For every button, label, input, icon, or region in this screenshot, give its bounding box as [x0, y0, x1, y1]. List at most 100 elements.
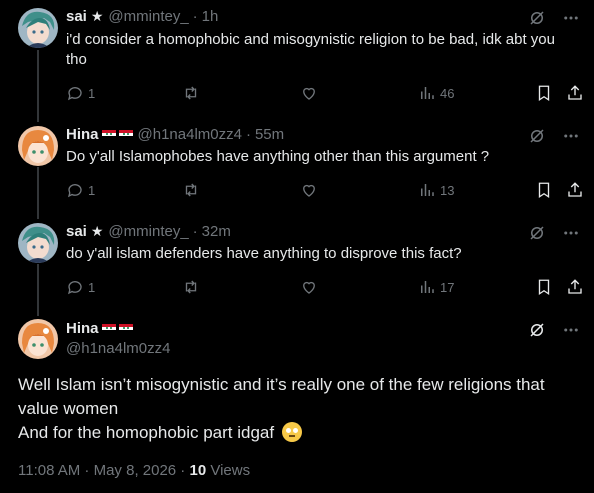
retweet-button[interactable]: [182, 277, 200, 297]
tweet-meta: 11:08 AM · May 8, 2026 · 10 Views: [18, 462, 250, 479]
reply-icon: [67, 87, 82, 101]
flag-icon: [101, 323, 116, 334]
views-icon: [421, 184, 434, 196]
tweet-top-icons: [528, 224, 580, 242]
views-button[interactable]: 13: [418, 180, 454, 200]
tweet[interactable]: Hina @h1na4lm0zz4 · 55m Do y'all Islamop…: [0, 118, 594, 215]
tweet-text: i'd consider a homophobic and misogynist…: [66, 30, 576, 70]
like-icon: [303, 281, 315, 294]
views-label: Views: [206, 462, 251, 479]
handle[interactable]: @h1na4lm0zz4: [66, 340, 170, 357]
retweet-icon: [185, 86, 197, 100]
views-icon: [421, 281, 434, 293]
views-button[interactable]: 17: [418, 277, 454, 297]
tweet[interactable]: sai ★ @mmintey_ · 32m do y'all islam def…: [0, 215, 594, 312]
main-tweet-text: Well Islam isn’t misogynistic and it’s r…: [18, 373, 578, 445]
bookmark-icon: [538, 182, 550, 199]
share-icon: [568, 279, 582, 294]
timestamp[interactable]: 55m: [255, 126, 284, 143]
like-icon: [303, 184, 315, 197]
grok-icon[interactable]: [528, 224, 546, 242]
tweet[interactable]: sai ★ @mmintey_ · 1h i'd consider a homo…: [0, 0, 594, 118]
author-name-row: Hina: [66, 320, 133, 337]
tweet-text-line: Do y'all Islamophobes have anything othe…: [66, 148, 490, 165]
share-icon: [568, 85, 582, 100]
share-icon: [568, 182, 582, 197]
avatar[interactable]: [18, 319, 58, 359]
flag-icon: [118, 323, 133, 334]
view-count: 13: [440, 182, 455, 198]
tweet-text-line: Well Islam isn’t misogynistic and it’s r…: [18, 375, 545, 394]
handle[interactable]: @mmintey_: [108, 223, 188, 240]
views-button[interactable]: 46: [418, 83, 454, 103]
avatar[interactable]: [18, 8, 58, 48]
retweet-icon: [185, 280, 197, 294]
separator: ·: [245, 126, 251, 143]
grok-icon[interactable]: [528, 321, 546, 339]
avatar[interactable]: [18, 126, 58, 166]
views-icon: [421, 87, 434, 99]
view-count: 46: [440, 85, 455, 101]
tweet-header: sai ★ @mmintey_ · 1h: [66, 8, 218, 25]
post-datetime[interactable]: 11:08 AM · May 8, 2026 ·: [18, 462, 189, 479]
like-button[interactable]: [300, 277, 318, 297]
timestamp[interactable]: 1h: [202, 8, 219, 25]
action-bar: 1 46: [66, 83, 586, 103]
grok-icon[interactable]: [528, 9, 546, 27]
reply-count: 1: [88, 85, 96, 101]
tweet-header: sai ★ @mmintey_ · 32m: [66, 223, 231, 240]
star-icon: ★: [90, 8, 104, 24]
retweet-button[interactable]: [182, 180, 200, 200]
share-button[interactable]: [566, 83, 584, 103]
tweet-text-line: tho: [66, 51, 87, 68]
tweet-header: Hina @h1na4lm0zz4 · 55m: [66, 126, 284, 143]
retweet-icon: [185, 183, 197, 197]
display-name[interactable]: Hina: [66, 320, 99, 337]
more-icon[interactable]: [562, 9, 580, 27]
reply-icon: [67, 281, 82, 295]
bookmark-icon: [538, 279, 550, 296]
reply-button[interactable]: 1: [66, 180, 95, 200]
bookmark-button[interactable]: [535, 83, 553, 103]
tweet-top-icons: [528, 127, 580, 145]
like-icon: [303, 87, 315, 100]
bookmark-button[interactable]: [535, 180, 553, 200]
separator: ·: [192, 223, 198, 240]
timestamp[interactable]: 32m: [202, 223, 231, 240]
main-tweet: Hina @h1na4lm0zz4 Well Islam isn’t misog…: [0, 312, 594, 493]
tweet-top-icons: [528, 9, 580, 27]
more-icon[interactable]: [562, 224, 580, 242]
more-icon[interactable]: [562, 321, 580, 339]
grok-icon[interactable]: [528, 127, 546, 145]
bookmark-icon: [538, 85, 550, 102]
separator: ·: [192, 8, 198, 25]
tweet-text: Do y'all Islamophobes have anything othe…: [66, 147, 576, 167]
avatar[interactable]: [18, 223, 58, 263]
reply-button[interactable]: 1: [66, 83, 95, 103]
more-icon[interactable]: [562, 127, 580, 145]
like-button[interactable]: [300, 180, 318, 200]
flag-icon: [101, 129, 116, 140]
tweet-text-line-with-emoji: And for the homophobic part idgaf: [18, 421, 578, 445]
action-bar: 1 13: [66, 180, 586, 200]
reply-count: 1: [88, 279, 96, 295]
display-name[interactable]: sai: [66, 8, 87, 25]
handle[interactable]: @mmintey_: [108, 8, 188, 25]
handle[interactable]: @h1na4lm0zz4: [138, 126, 242, 143]
bookmark-button[interactable]: [535, 277, 553, 297]
eye-roll-emoji: [281, 422, 302, 442]
display-name[interactable]: sai: [66, 223, 87, 240]
retweet-button[interactable]: [182, 83, 200, 103]
like-button[interactable]: [300, 83, 318, 103]
tweet-text-line: value women: [18, 399, 119, 418]
reply-button[interactable]: 1: [66, 277, 95, 297]
tweet-text-line: And for the homophobic part idgaf: [18, 423, 275, 442]
share-button[interactable]: [566, 277, 584, 297]
flag-icon: [118, 129, 133, 140]
share-button[interactable]: [566, 180, 584, 200]
tweet-text: do y'all islam defenders have anything t…: [66, 244, 576, 264]
reply-count: 1: [88, 182, 96, 198]
view-count: 17: [440, 279, 455, 295]
display-name[interactable]: Hina: [66, 126, 99, 143]
star-icon: ★: [90, 223, 104, 239]
